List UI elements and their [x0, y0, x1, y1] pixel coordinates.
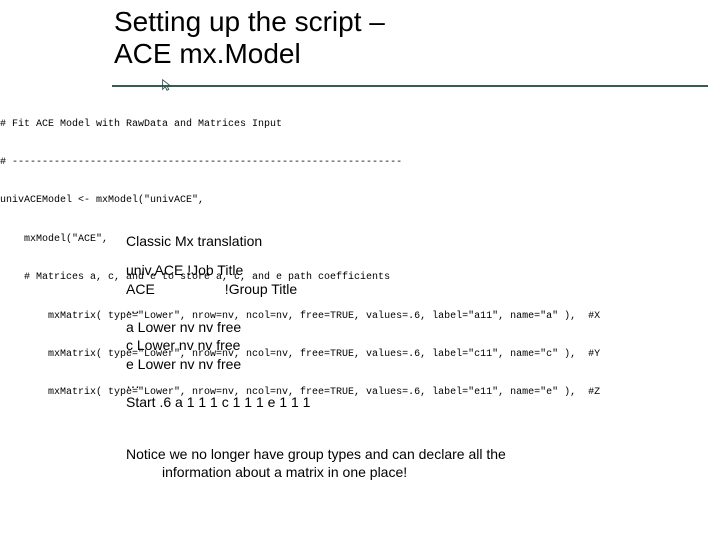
code-line: univACEModel <- mxModel("univACE",	[0, 195, 720, 208]
footnote: Notice we no longer have group types and…	[126, 446, 692, 481]
title-line-2: ACE mx.Model	[114, 38, 301, 69]
body-text: Classic Mx translation univ.ACE !Job Tit…	[126, 232, 686, 422]
slide: Setting up the script – ACE mx.Model # F…	[0, 0, 720, 540]
page-title: Setting up the script – ACE mx.Model	[114, 6, 674, 70]
footnote-line-2: information about a matrix in one place!	[126, 464, 692, 482]
body-heading: Classic Mx translation	[126, 232, 686, 251]
code-line: # Fit ACE Model with RawData and Matrice…	[0, 119, 720, 132]
title-line-1: Setting up the script –	[114, 6, 385, 37]
code-line: # --------------------------------------…	[0, 157, 720, 170]
footnote-line-1: Notice we no longer have group types and…	[126, 446, 506, 462]
mx-translation: univ.ACE !Job Title ACE !Group Title … a…	[126, 261, 686, 412]
title-underline	[112, 85, 708, 87]
